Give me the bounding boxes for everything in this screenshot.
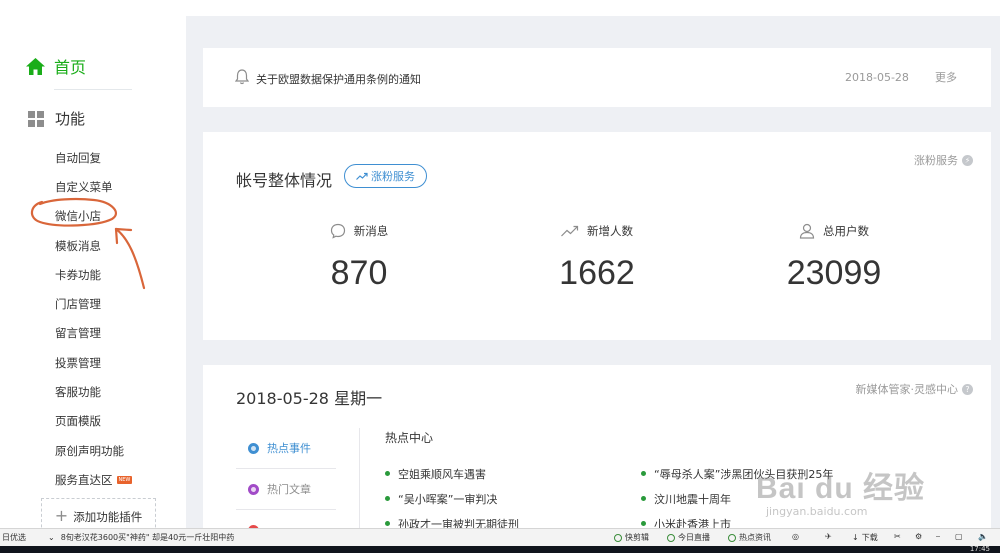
overview-title: 帐号整体情况 — [236, 171, 333, 190]
notice-card: 关于欧盟数据保护通用条例的通知 2018-05-28 更多 — [203, 48, 991, 107]
stat-new-messages-value: 870 — [330, 254, 388, 292]
download-label: 下载 — [861, 533, 878, 542]
circle-icon[interactable]: ◎ — [792, 532, 799, 541]
quick-edit-label: 快剪辑 — [625, 533, 649, 542]
nav-functions-header: 功能 — [28, 108, 85, 129]
stat-total-users: 总用户数 23099 — [734, 220, 934, 293]
os-taskbar: 17:45 — [0, 545, 1000, 553]
trend-up-icon — [356, 172, 368, 180]
sidebar-item-auto-reply[interactable]: 自动回复 — [55, 143, 132, 172]
play-icon — [614, 533, 622, 542]
help-icon: ? — [962, 383, 973, 395]
hot-tabs: 热点事件 热门文章 — [236, 428, 336, 535]
window-icon[interactable]: ▢ — [955, 532, 963, 541]
inspiration-center-label: 新媒体管家·灵感中心 — [855, 383, 959, 396]
bell-icon — [235, 69, 249, 85]
live-icon — [667, 533, 675, 542]
stat-total-users-value: 23099 — [786, 254, 882, 292]
hot-events-icon — [248, 442, 259, 454]
hot-topic-item[interactable]: 空姐乘顺风车遇害 — [385, 461, 519, 486]
sound-icon[interactable]: 🔈 — [978, 532, 988, 541]
stat-new-followers-value: 1662 — [559, 254, 635, 292]
notice-date: 2018-05-28 — [845, 71, 909, 84]
sidebar-item-customer-service[interactable]: 客服功能 — [55, 377, 132, 406]
new-badge: NEW — [116, 475, 133, 484]
stat-total-users-label: 总用户数 — [823, 224, 869, 238]
sidebar-item-vote-management[interactable]: 投票管理 — [55, 348, 132, 377]
sidebar-item-template-message[interactable]: 模板消息 — [55, 231, 132, 260]
sidebar-item-custom-menu[interactable]: 自定义菜单 — [55, 172, 132, 201]
nav-home-label: 首页 — [54, 58, 87, 77]
nav-home[interactable]: 首页 — [26, 54, 86, 78]
fans-service-link-label: 涨粉服务 — [914, 154, 958, 167]
tab-hot-events-label: 热点事件 — [267, 442, 311, 455]
tab-divider — [359, 428, 360, 535]
tab-hot-events[interactable]: 热点事件 — [236, 428, 336, 469]
news-icon — [728, 533, 736, 542]
news-ticker[interactable]: ⌄ 8旬老汉花3600买"神药" 却是40元一斤壮阳中药 — [48, 532, 234, 543]
nav-functions-label: 功能 — [55, 110, 86, 128]
sidebar-item-coupons[interactable]: 卡券功能 — [55, 260, 132, 289]
function-list: 自动回复 自定义菜单 微信小店 模板消息 卡券功能 门店管理 留言管理 投票管理… — [55, 143, 133, 495]
notice-link[interactable]: 关于欧盟数据保护通用条例的通知 — [256, 71, 421, 87]
lightning-icon: ⚡ — [962, 154, 973, 166]
sidebar-item-wechat-store[interactable]: 微信小店 — [55, 202, 132, 231]
home-icon — [26, 57, 45, 75]
daily-date-title: 2018-05-28 星期一 — [236, 389, 383, 408]
hot-list-right: “辱母杀人案”涉黑团伙头目获刑25年 汶川地震十周年 小米赴香港上市 — [641, 461, 833, 535]
message-icon — [330, 223, 345, 239]
minimize-icon[interactable]: ⎯ — [936, 532, 940, 542]
hot-news-button[interactable]: 热点资讯 — [728, 532, 771, 543]
stat-new-followers-label: 新增人数 — [587, 224, 633, 238]
hot-topic-item[interactable]: “吴小晖案”一审判决 — [385, 486, 519, 511]
sidebar-item-service-zone-label: 服务直达区 — [55, 472, 113, 487]
stat-new-messages: 新消息 870 — [259, 220, 459, 293]
add-plugin-label: 添加功能插件 — [73, 510, 143, 524]
hot-articles-icon — [248, 483, 259, 495]
download-icon: ↓ — [852, 533, 859, 542]
tab-hot-articles-label: 热门文章 — [267, 483, 311, 496]
stat-new-followers: 新增人数 1662 — [497, 220, 697, 293]
browser-status-bar: 日优选 ⌄ 8旬老汉花3600买"神药" 却是40元一斤壮阳中药 快剪辑 今日直… — [0, 528, 1000, 546]
clock: 17:45 — [969, 545, 990, 553]
hot-topic-item[interactable]: 汶川地震十周年 — [641, 486, 833, 511]
notice-more-link[interactable]: 更多 — [935, 69, 957, 85]
stat-new-messages-label: 新消息 — [353, 224, 389, 238]
sidebar-item-service-zone[interactable]: 服务直达区 NEW — [55, 465, 133, 494]
sidebar-item-store-management[interactable]: 门店管理 — [55, 289, 132, 318]
user-icon — [799, 223, 815, 239]
trend-up-icon — [561, 225, 579, 237]
inspiration-center-link[interactable]: 新媒体管家·灵感中心 ? — [855, 381, 973, 397]
sidebar-item-page-template[interactable]: 页面模版 — [55, 407, 132, 436]
fans-service-button[interactable]: 涨粉服务 — [344, 164, 427, 188]
hot-list-left: 空姐乘顺风车遇害 “吴小晖案”一审判决 孙政才一审被判无期徒刑 — [385, 461, 519, 535]
top-strip — [0, 0, 1000, 16]
hot-topic-item[interactable]: “辱母杀人案”涉黑团伙头目获刑25年 — [641, 461, 833, 486]
hot-center-title: 热点中心 — [385, 431, 434, 445]
quick-edit-button[interactable]: 快剪辑 — [614, 532, 649, 543]
screenshot-icon[interactable]: ✂ — [894, 532, 901, 541]
news-ticker-text: 8旬老汉花3600买"神药" 却是40元一斤壮阳中药 — [60, 533, 235, 542]
sidebar: 首页 功能 自动回复 自定义菜单 微信小店 模板消息 卡券功能 门店管理 留言管… — [0, 16, 186, 538]
pin-icon[interactable]: ✈ — [825, 532, 832, 541]
live-label: 今日直播 — [678, 533, 710, 542]
tab-hot-articles[interactable]: 热门文章 — [236, 469, 336, 510]
grid-icon — [28, 110, 44, 127]
chevron-down-icon: ⌄ — [48, 533, 55, 542]
hot-news-label: 热点资讯 — [739, 533, 771, 542]
account-overview-card: 帐号整体情况 涨粉服务 涨粉服务 ⚡ 新消息 870 新增人数 1662 总用户… — [203, 132, 991, 340]
sidebar-item-original-declaration[interactable]: 原创声明功能 — [55, 436, 132, 465]
status-left-text[interactable]: 日优选 — [2, 532, 26, 543]
settings-icon[interactable]: ⚙ — [915, 532, 922, 541]
daily-hot-card: 2018-05-28 星期一 新媒体管家·灵感中心 ? 热点事件 热门文章 热点… — [203, 365, 991, 535]
nav-divider — [54, 89, 132, 90]
fans-service-button-label: 涨粉服务 — [371, 170, 415, 183]
download-button[interactable]: ↓ 下载 — [852, 532, 878, 543]
sidebar-item-comment-management[interactable]: 留言管理 — [55, 319, 132, 348]
plus-icon: + — [54, 506, 69, 525]
fans-service-link[interactable]: 涨粉服务 ⚡ — [914, 152, 973, 168]
live-button[interactable]: 今日直播 — [667, 532, 710, 543]
